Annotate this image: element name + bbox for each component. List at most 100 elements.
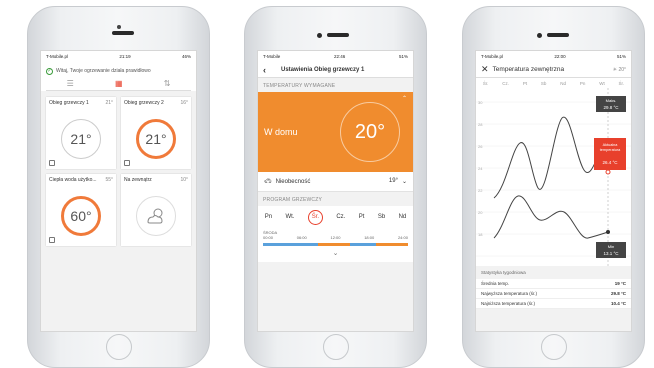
tile-heating-circuit-1[interactable]: Obieg grzewczy 1 21° 21° xyxy=(46,97,116,169)
settings-screen: T-Mobile 22:46 51% ‹ Ustawienia Obieg gr… xyxy=(257,50,414,332)
sort-icon[interactable]: ⇅ xyxy=(164,79,171,88)
day-label: Pt xyxy=(522,80,528,86)
close-icon[interactable]: ✕ xyxy=(481,64,489,75)
status-time: 22:46 xyxy=(333,54,346,59)
status-carrier: T-Mobile xyxy=(263,54,281,59)
tile-setpoint: 21° xyxy=(105,100,113,106)
phone-dashboard: T-Mobile.pl 21:19 46% ✓ Witaj, Twoje ogr… xyxy=(27,6,210,368)
day-thu[interactable]: Cz. xyxy=(336,214,345,220)
phone-speaker xyxy=(547,33,569,37)
day-sun[interactable]: Nd xyxy=(399,214,407,220)
stats-title: Statystyka tygodniowa xyxy=(476,266,631,279)
schedule-times: 00:00 06:00 12:00 18:00 24:00 xyxy=(263,235,408,240)
phone-camera xyxy=(317,33,322,38)
phone-sensor xyxy=(117,25,121,29)
home-mode-panel[interactable]: ⌃ W domu 20° xyxy=(258,92,413,172)
status-carrier: T-Mobile.pl xyxy=(46,54,69,59)
stat-label: Najwyższa temperatura (śr.) xyxy=(481,291,538,296)
status-bar: T-Mobile.pl 22:00 51% xyxy=(476,51,631,62)
status-message-text: Witaj, Twoje ogrzewanie działa prawidłow… xyxy=(56,68,151,74)
day-wed[interactable]: Śr. xyxy=(307,209,323,225)
mode-label: W domu xyxy=(264,127,298,137)
y-tick: 28 xyxy=(478,122,483,127)
tile-title: Obieg grzewczy 2 xyxy=(124,100,164,106)
temperature-chart[interactable]: 30 28 26 24 22 20 18 Maks. 29.8 °C Aktua… xyxy=(476,88,631,266)
status-bar: T-Mobile.pl 21:19 46% xyxy=(41,51,196,62)
calendar-icon xyxy=(49,237,55,243)
time-tick: 06:00 xyxy=(296,235,307,240)
min-callout-value: 13.1 °C xyxy=(603,251,619,256)
phone-settings: T-Mobile 22:46 51% ‹ Ustawienia Obieg gr… xyxy=(244,6,427,368)
expand-chevron-icon[interactable]: ⌄ xyxy=(258,246,413,262)
weather-badge: ☀︎ 20° xyxy=(613,67,626,73)
absence-value: 19° xyxy=(388,178,398,184)
home-button xyxy=(541,334,567,360)
page-title: Ustawienia Obieg grzewczy 1 xyxy=(281,66,365,73)
tile-hot-water[interactable]: Ciepła woda użytko... 55° 60° xyxy=(46,174,116,246)
grid-view-icon[interactable]: ▦ xyxy=(115,79,123,88)
chart-day-labels: Śr. Cz. Pt Sb Nd Pn Wt Śr. xyxy=(476,78,631,88)
tile-setpoint: 55° xyxy=(105,177,113,183)
tiles-grid: Obieg grzewczy 1 21° 21° Obieg grzewczy 2… xyxy=(41,91,196,252)
time-tick: 24:00 xyxy=(397,235,408,240)
partly-sunny-icon xyxy=(136,196,176,236)
y-tick: 20 xyxy=(478,210,483,215)
schedule-timeline[interactable]: ŚRODA 00:00 06:00 12:00 18:00 24:00 xyxy=(258,228,413,246)
y-tick: 26 xyxy=(478,144,483,149)
chevron-up-icon[interactable]: ⌃ xyxy=(402,95,407,102)
phone-speaker xyxy=(327,33,349,37)
day-mon[interactable]: Pn xyxy=(265,214,272,220)
sun-icon: ☀︎ xyxy=(612,66,618,73)
time-tick: 12:00 xyxy=(330,235,341,240)
min-callout-label: Min xyxy=(608,244,614,249)
status-battery: 51% xyxy=(398,54,408,59)
settings-header: ‹ Ustawienia Obieg grzewczy 1 xyxy=(258,62,413,78)
stat-value: 10.4 °C xyxy=(610,301,626,306)
absence-label: Nieobecność xyxy=(275,178,311,185)
calendar-icon xyxy=(124,160,130,166)
tile-title: Obieg grzewczy 1 xyxy=(49,100,89,106)
check-icon: ✓ xyxy=(46,67,53,75)
y-tick: 30 xyxy=(478,100,483,105)
list-view-icon[interactable]: ☰ xyxy=(67,79,74,88)
back-arrow-icon[interactable]: ‹ xyxy=(263,65,281,75)
phone-camera xyxy=(537,33,542,38)
day-label: Wt xyxy=(599,80,605,86)
temperature-dial: 21° xyxy=(61,119,101,159)
status-time: 21:19 xyxy=(119,54,131,59)
day-selector: Pn Wt. Śr. Cz. Pt Sb Nd xyxy=(258,206,413,228)
temperature-dial[interactable]: 20° xyxy=(340,102,400,162)
day-fri[interactable]: Pt xyxy=(359,214,365,220)
weather-temp: 20° xyxy=(618,66,626,73)
phone-speaker xyxy=(112,31,134,35)
max-callout-value: 29.8 °C xyxy=(603,105,619,110)
section-program: PROGRAM GRZEWCZY xyxy=(258,192,413,206)
status-battery: 51% xyxy=(616,54,626,59)
day-label: Śr. xyxy=(482,80,489,86)
stat-label: Średnia temp. xyxy=(481,281,510,286)
day-label: Sb xyxy=(540,80,547,86)
min-point xyxy=(606,230,610,234)
absence-row[interactable]: 🚗︎ Nieobecność 19° ⌄ xyxy=(258,172,413,192)
stat-label: Najniższa temperatura (śr.) xyxy=(481,301,536,306)
day-tue[interactable]: Wt. xyxy=(285,214,294,220)
status-carrier: T-Mobile.pl xyxy=(481,54,504,59)
status-bar: T-Mobile 22:46 51% xyxy=(258,51,413,62)
tile-outdoor[interactable]: Na zewnątrz 10° xyxy=(121,174,191,246)
time-tick: 00:00 xyxy=(263,235,274,240)
day-sat[interactable]: Sb xyxy=(378,214,385,220)
temperature-dial: 60° xyxy=(61,196,101,236)
stat-row: Najwyższa temperatura (śr.) 29.8 °C xyxy=(476,289,631,299)
stat-value: 29.8 °C xyxy=(610,291,626,296)
time-tick: 18:00 xyxy=(364,235,375,240)
y-tick: 24 xyxy=(478,166,483,171)
status-message: ✓ Witaj, Twoje ogrzewanie działa prawidł… xyxy=(46,65,191,77)
max-callout-label: Maks. xyxy=(606,98,617,103)
day-label: Cz. xyxy=(502,80,509,86)
car-icon: 🚗︎ xyxy=(264,179,272,185)
tile-heating-circuit-2[interactable]: Obieg grzewczy 2 16° 21° xyxy=(121,97,191,169)
chart-svg: 30 28 26 24 22 20 18 Maks. 29.8 °C Aktua… xyxy=(476,88,631,266)
view-tabs: ☰ ▦ ⇅ xyxy=(46,77,191,91)
home-button xyxy=(106,334,132,360)
chart-screen: T-Mobile.pl 22:00 51% ✕ Temperatura zewnę… xyxy=(475,50,632,332)
